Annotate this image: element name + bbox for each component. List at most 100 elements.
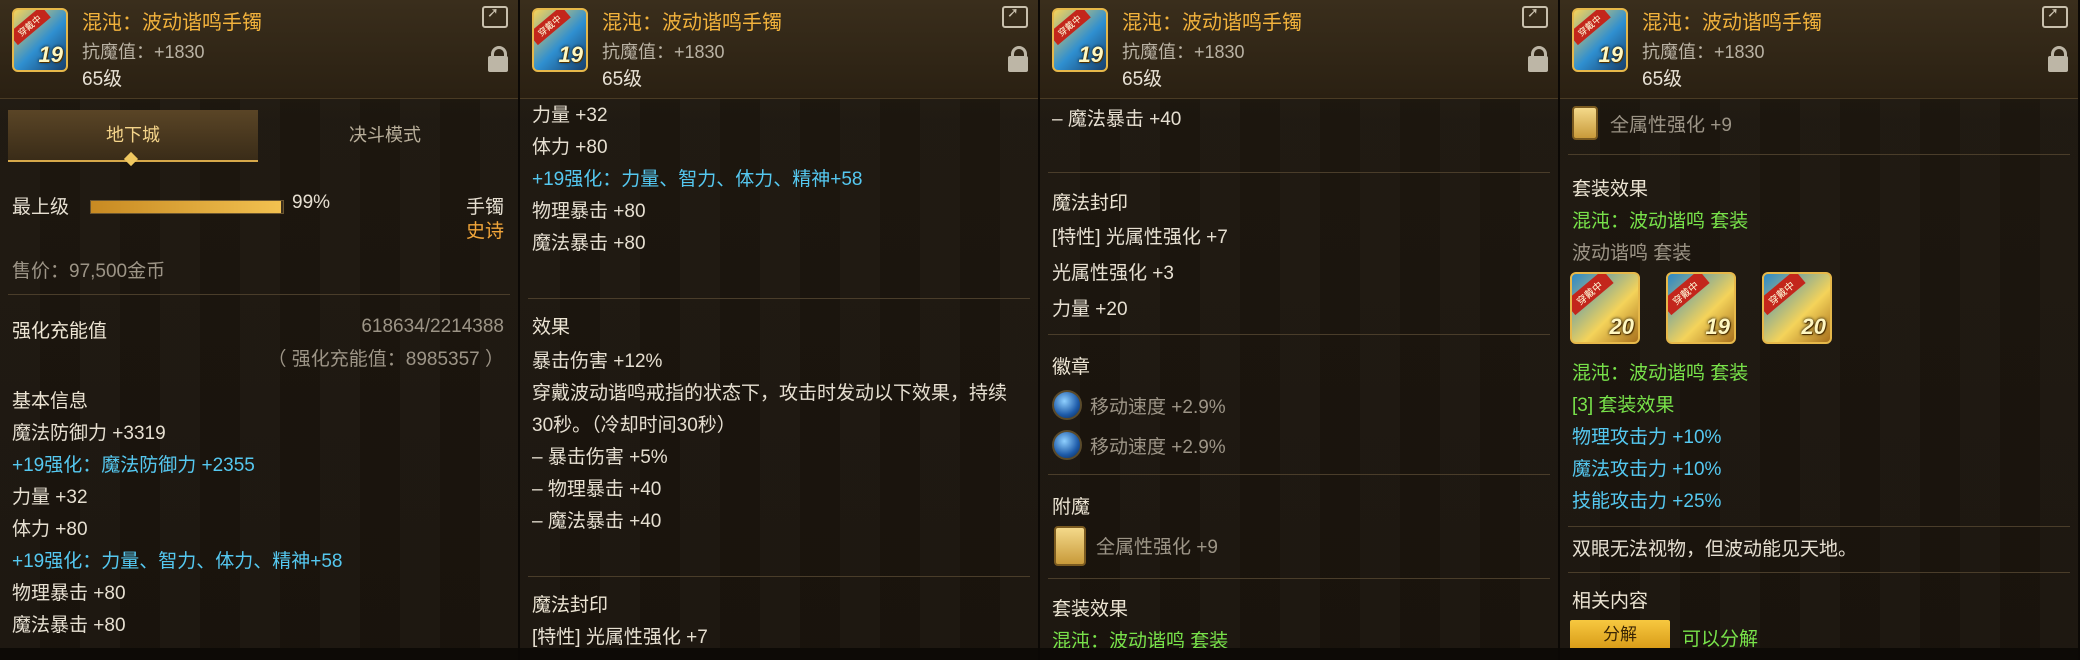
stat-line: +19强化：力量、智力、体力、精神+58 <box>12 551 343 572</box>
stat-line: 魔法防御力 +3319 <box>12 423 166 444</box>
share-icon[interactable] <box>1002 4 1028 28</box>
set-item-icon[interactable]: 穿戴中 20 <box>1762 272 1832 344</box>
stat-line: – 物理暴击 +40 <box>532 479 662 500</box>
stat-line: 暴击伤害 +12% <box>532 351 663 372</box>
emblem-icon <box>1052 390 1082 420</box>
bottom-strip <box>520 648 1038 660</box>
equipped-ribbon: 穿戴中 <box>1054 10 1091 46</box>
stat-line: 穿戴波动谐鸣戒指的状态下，攻击时发动以下效果，持续 <box>532 383 1008 404</box>
tooltip-panel-4: 穿戴中 19 混沌：波动谐鸣手镯 抗魔值：+1830 65级 全属性强化 +9 … <box>1560 0 2080 660</box>
item-name: 混沌：波动谐鸣手镯 <box>1122 12 1302 34</box>
related-title: 相关内容 <box>1572 591 1649 612</box>
divider <box>528 576 1030 577</box>
stat-line: 光属性强化 +3 <box>1052 263 1174 284</box>
stat-line: 力量 +32 <box>532 105 608 126</box>
equipped-ribbon: 穿戴中 <box>1574 10 1611 46</box>
lock-icon[interactable] <box>2048 46 2068 72</box>
stat-line: 30秒。（冷却时间30秒） <box>532 415 736 436</box>
item-name: 混沌：波动谐鸣手镯 <box>1642 12 1822 34</box>
divider <box>1048 172 1550 173</box>
stat-line: – 暴击伤害 +5% <box>532 447 668 468</box>
grade-bar <box>90 200 284 214</box>
share-icon[interactable] <box>1522 4 1548 28</box>
bottom-strip <box>0 648 518 660</box>
grade-percent: 99% <box>292 192 331 213</box>
slot-type: 手镯 <box>465 197 504 218</box>
bottom-strip <box>1040 648 1558 660</box>
divider <box>1568 572 2070 573</box>
set-item-icon[interactable]: 穿戴中 19 <box>1666 272 1736 344</box>
item-level: 65级 <box>1642 69 1683 90</box>
set-name: 混沌：波动谐鸣 套装 <box>1572 211 1749 232</box>
flavor-text: 双眼无法视物，但波动能见天地。 <box>1572 539 1858 560</box>
basic-info-title: 基本信息 <box>12 391 89 412</box>
bottom-strip <box>1560 648 2078 660</box>
stat-line: [特性] 光属性强化 +7 <box>1052 227 1228 248</box>
resist-value: 抗魔值：+1830 <box>1122 42 1245 62</box>
divider <box>1048 474 1550 475</box>
charge-total: （ 强化充能值：8985357 ） <box>267 349 504 370</box>
bracelet-icon[interactable]: 穿戴中 19 <box>1572 8 1628 72</box>
divider <box>1568 526 2070 527</box>
stat-line: +19强化：魔法防御力 +2355 <box>12 455 255 476</box>
stat-line: 体力 +80 <box>532 137 608 158</box>
equipped-ribbon: 穿戴中 <box>1668 274 1710 316</box>
divider <box>1048 578 1550 579</box>
emblem-icon <box>1052 430 1082 460</box>
tooltip-panel-3: 穿戴中 19 混沌：波动谐鸣手镯 抗魔值：+1830 65级 – 魔法暴击 +4… <box>1040 0 1560 660</box>
equipped-ribbon: 穿戴中 <box>1764 274 1806 316</box>
item-header: 穿戴中 19 混沌：波动谐鸣手镯 抗魔值：+1830 65级 <box>1560 0 2078 99</box>
stat-line: 力量 +20 <box>1052 299 1128 320</box>
emblem-title: 徽章 <box>1052 357 1091 378</box>
seal-line: [特性] 光属性强化 +7 <box>532 627 708 648</box>
resist-value: 抗魔值：+1830 <box>82 42 205 62</box>
lock-icon[interactable] <box>488 46 508 72</box>
enchant-line: 全属性强化 +9 <box>1096 537 1218 558</box>
lock-icon[interactable] <box>1008 46 1028 72</box>
reinforce-level: 19 <box>1078 42 1103 67</box>
item-header: 穿戴中 19 混沌：波动谐鸣手镯 抗魔值：+1830 65级 <box>0 0 518 99</box>
stat-line: 物理暴击 +80 <box>532 201 646 222</box>
emblem-line: 移动速度 +2.9% <box>1090 397 1226 418</box>
enchant-title: 附魔 <box>1052 497 1091 518</box>
lock-icon[interactable] <box>1528 46 1548 72</box>
bracelet-icon[interactable]: 穿戴中 19 <box>1052 8 1108 72</box>
set-item-icon[interactable]: 穿戴中 20 <box>1570 272 1640 344</box>
tab-duel[interactable]: 决斗模式 <box>260 110 510 160</box>
reinforce-level: 19 <box>38 42 63 67</box>
divider <box>8 294 510 295</box>
set-subname: 波动谐鸣 套装 <box>1572 243 1692 264</box>
bracelet-icon[interactable]: 穿戴中 19 <box>12 8 68 72</box>
stat-line: 魔法暴击 +80 <box>12 615 126 636</box>
stat-line: 物理攻击力 +10% <box>1572 427 1722 448</box>
reinforce-level: 20 <box>1609 314 1634 339</box>
share-icon[interactable] <box>2042 4 2068 28</box>
stat-line: 技能攻击力 +25% <box>1572 491 1722 512</box>
enchant-card-icon <box>1572 106 1598 140</box>
enchant-line: 全属性强化 +9 <box>1610 115 1732 136</box>
item-header: 穿戴中 19 混沌：波动谐鸣手镯 抗魔值：+1830 65级 <box>520 0 1038 99</box>
effect-title: 效果 <box>532 317 571 338</box>
bracelet-icon[interactable]: 穿戴中 19 <box>532 8 588 72</box>
enchant-card-icon <box>1054 526 1086 566</box>
tooltip-panel-1: 穿戴中 19 混沌：波动谐鸣手镯 抗魔值：+1830 65级 地下城 决斗模式 … <box>0 0 520 660</box>
stat-line: 魔法攻击力 +10% <box>1572 459 1722 480</box>
equipped-ribbon: 穿戴中 <box>14 10 51 46</box>
set-title: 套装效果 <box>1572 179 1649 200</box>
set-name: 混沌：波动谐鸣 套装 <box>1572 363 1749 384</box>
stat-line: 体力 +80 <box>12 519 88 540</box>
item-level: 65级 <box>82 69 123 90</box>
seal-title: 魔法封印 <box>532 595 609 616</box>
stat-line: – 魔法暴击 +40 <box>1052 109 1182 130</box>
stat-line: 力量 +32 <box>12 487 88 508</box>
grade-bar-fill <box>91 201 282 213</box>
sell-price: 售价：97,500金币 <box>12 261 166 282</box>
reinforce-level: 20 <box>1801 314 1826 339</box>
share-icon[interactable] <box>482 4 508 28</box>
resist-value: 抗魔值：+1830 <box>1642 42 1765 62</box>
tooltip-panel-2: 穿戴中 19 混沌：波动谐鸣手镯 抗魔值：+1830 65级 力量 +32 体力 … <box>520 0 1040 660</box>
decompose-button[interactable]: 分解 <box>1570 620 1670 650</box>
item-level: 65级 <box>602 69 643 90</box>
set-count: [3] 套装效果 <box>1572 395 1675 416</box>
charge-value: 618634/2214388 <box>361 316 504 337</box>
